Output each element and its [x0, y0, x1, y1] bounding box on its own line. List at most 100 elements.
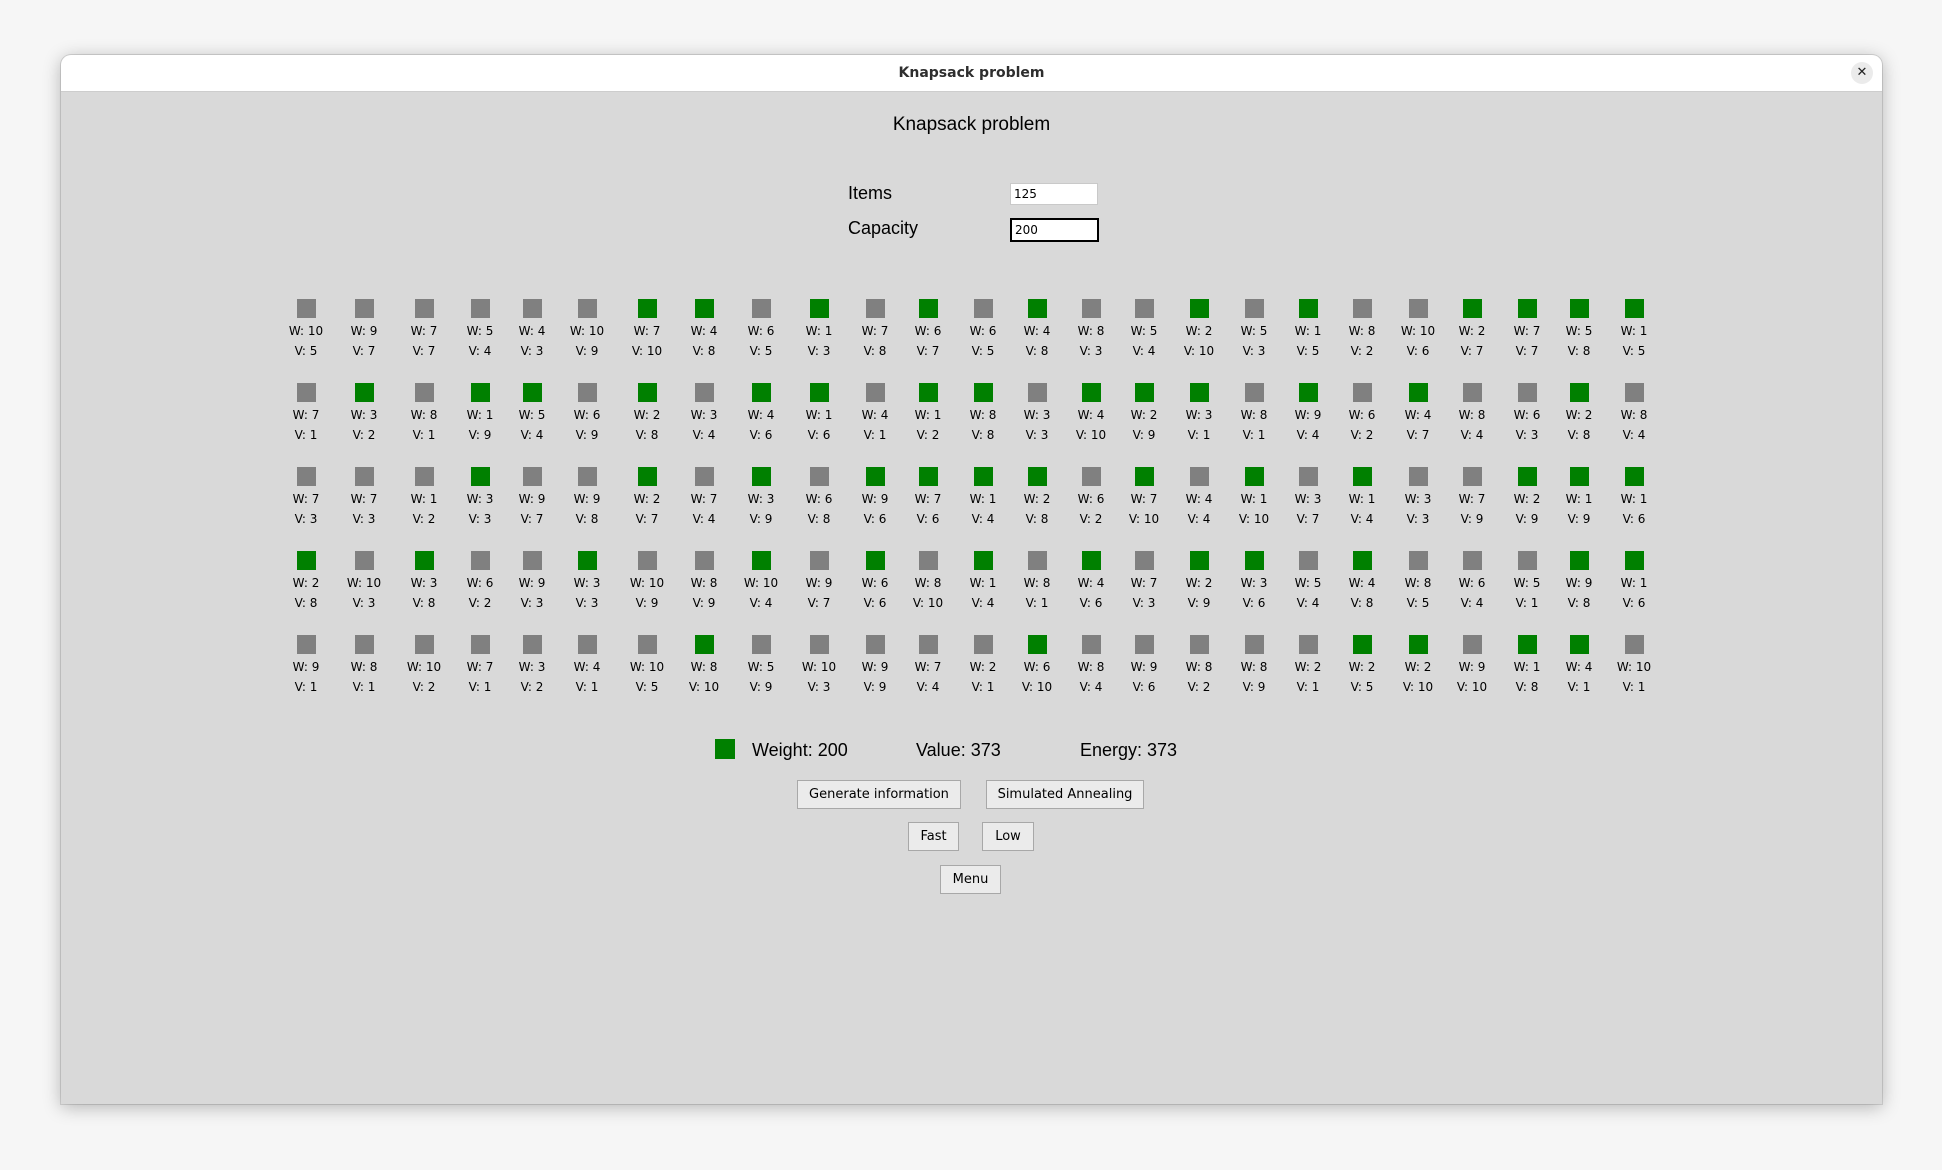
item-118: W: 8 V: 9 [1224, 635, 1284, 697]
generate-information-button[interactable]: Generate information [797, 780, 961, 809]
item-value: V: 8 [971, 428, 995, 442]
item-unselected-marker [354, 299, 374, 318]
item-value: V: 5 [1622, 344, 1646, 358]
item-123: W: 1 V: 8 [1497, 635, 1557, 697]
item-22: W: 2 V: 7 [1442, 299, 1502, 361]
item-value: V: 1 [294, 428, 318, 442]
item-value: V: 7 [1515, 344, 1539, 358]
item-122: W: 9 V: 10 [1442, 635, 1502, 697]
item-weight: W: 2 [1458, 324, 1486, 338]
item-unselected-marker [918, 635, 938, 654]
item-value: V: 4 [692, 512, 716, 526]
item-31: W: 6 V: 9 [557, 383, 617, 445]
item-64: W: 2 V: 8 [1007, 467, 1067, 529]
item-selected-marker [1027, 635, 1047, 654]
item-weight: W: 1 [1620, 492, 1648, 506]
item-unselected-marker [296, 467, 316, 486]
item-weight: W: 7 [690, 492, 718, 506]
item-weight: W: 9 [518, 576, 546, 590]
item-53: W: 1 V: 2 [394, 467, 454, 529]
item-weight: W: 2 [1185, 576, 1213, 590]
item-unselected-marker [522, 467, 542, 486]
item-selected-marker [637, 299, 657, 318]
item-selected-marker [470, 467, 490, 486]
item-selected-marker [1134, 383, 1154, 402]
item-value: V: 3 [468, 512, 492, 526]
item-weight: W: 5 [1513, 576, 1541, 590]
item-weight: W: 10 [1616, 660, 1652, 674]
item-unselected-marker [1624, 635, 1644, 654]
item-value: V: 8 [575, 512, 599, 526]
item-value: V: 10 [912, 596, 944, 610]
item-weight: W: 4 [573, 660, 601, 674]
item-weight: W: 4 [1348, 576, 1376, 590]
item-value: V: 1 [1025, 596, 1049, 610]
item-113: W: 2 V: 1 [953, 635, 1013, 697]
item-weight: W: 7 [292, 408, 320, 422]
item-37: W: 1 V: 2 [898, 383, 958, 445]
item-weight: W: 8 [1404, 576, 1432, 590]
item-weight: W: 2 [1185, 324, 1213, 338]
item-value: V: 9 [1132, 428, 1156, 442]
item-value: V: 6 [863, 596, 887, 610]
item-124: W: 4 V: 1 [1549, 635, 1609, 697]
item-value: V: 8 [1567, 344, 1591, 358]
item-16: W: 5 V: 4 [1114, 299, 1174, 361]
item-105: W: 3 V: 2 [502, 635, 562, 697]
item-115: W: 8 V: 4 [1061, 635, 1121, 697]
item-34: W: 4 V: 6 [731, 383, 791, 445]
item-21: W: 10 V: 6 [1388, 299, 1448, 361]
item-108: W: 8 V: 10 [674, 635, 734, 697]
item-weight: W: 7 [1130, 576, 1158, 590]
item-68: W: 1 V: 10 [1224, 467, 1284, 529]
item-28: W: 8 V: 1 [394, 383, 454, 445]
fast-button[interactable]: Fast [908, 822, 959, 851]
item-selected-marker [694, 635, 714, 654]
item-unselected-marker [973, 299, 993, 318]
item-value: V: 2 [1350, 344, 1374, 358]
item-value: V: 7 [916, 344, 940, 358]
item-weight: W: 2 [292, 576, 320, 590]
item-weight: W: 4 [518, 324, 546, 338]
item-weight: W: 5 [466, 324, 494, 338]
low-button[interactable]: Low [982, 822, 1034, 851]
item-selected-marker [1134, 467, 1154, 486]
menu-button[interactable]: Menu [940, 865, 1001, 894]
item-selected-marker [1189, 383, 1209, 402]
item-weight: W: 1 [1565, 492, 1593, 506]
item-value: V: 10 [631, 344, 663, 358]
item-weight: W: 10 [288, 324, 324, 338]
item-selected-marker [865, 551, 885, 570]
item-value: V: 2 [1350, 428, 1374, 442]
item-weight: W: 8 [1077, 324, 1105, 338]
item-81: W: 3 V: 3 [557, 551, 617, 613]
item-48: W: 6 V: 3 [1497, 383, 1557, 445]
item-value: V: 3 [1406, 512, 1430, 526]
item-125: W: 10 V: 1 [1604, 635, 1664, 697]
item-unselected-marker [470, 551, 490, 570]
item-weight: W: 8 [1077, 660, 1105, 674]
item-unselected-marker [809, 467, 829, 486]
item-value: V: 6 [1622, 596, 1646, 610]
item-value: V: 5 [1296, 344, 1320, 358]
item-weight: W: 1 [466, 408, 494, 422]
item-value: V: 8 [1025, 344, 1049, 358]
item-unselected-marker [522, 299, 542, 318]
item-value: V: 9 [749, 512, 773, 526]
item-33: W: 3 V: 4 [674, 383, 734, 445]
item-weight: W: 4 [1077, 408, 1105, 422]
item-value: V: 7 [412, 344, 436, 358]
item-value: V: 5 [749, 344, 773, 358]
item-selected-marker [918, 383, 938, 402]
item-value: V: 1 [971, 680, 995, 694]
item-unselected-marker [296, 299, 316, 318]
item-unselected-marker [1462, 635, 1482, 654]
item-selected-marker [1408, 635, 1428, 654]
simulated-annealing-button[interactable]: Simulated Annealing [986, 780, 1144, 809]
item-selected-marker [694, 299, 714, 318]
item-weight: W: 8 [1185, 660, 1213, 674]
item-unselected-marker [1027, 551, 1047, 570]
item-77: W: 10 V: 3 [334, 551, 394, 613]
item-value: V: 5 [294, 344, 318, 358]
item-78: W: 3 V: 8 [394, 551, 454, 613]
